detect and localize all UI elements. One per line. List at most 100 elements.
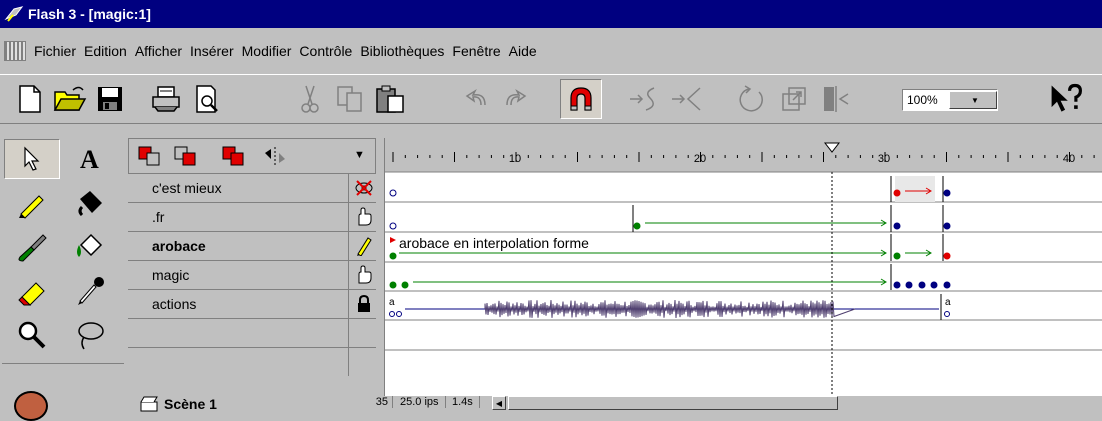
pencil-icon[interactable] [354, 236, 374, 257]
menu-bar: Fichier Edition Afficher Insérer Modifie… [0, 40, 1102, 62]
layer-divider [348, 261, 349, 289]
empty-layer-row [128, 319, 376, 348]
redo-button[interactable] [498, 81, 534, 117]
empty-keyframe [389, 189, 397, 197]
layer-row[interactable]: .fr [128, 203, 376, 232]
scale-button[interactable] [776, 81, 812, 117]
frame-ruler[interactable] [385, 138, 1102, 172]
lock-all-layers-icon[interactable] [173, 145, 197, 170]
flash-app-icon[interactable] [4, 5, 24, 23]
new-document-icon [19, 85, 41, 113]
keyframe [943, 222, 951, 230]
printer-icon [152, 86, 180, 112]
layer-row[interactable]: c'est mieux [128, 174, 376, 203]
timeline-scrollbar-thumb[interactable] [508, 396, 838, 410]
lasso-tool[interactable] [62, 315, 118, 355]
menu-edition[interactable]: Edition [80, 43, 131, 59]
dropper-icon [78, 277, 104, 305]
rotate-button[interactable] [734, 81, 770, 117]
keyframe [930, 281, 938, 289]
smooth-button[interactable] [626, 81, 662, 117]
open-button[interactable] [52, 81, 88, 117]
layer-options-chevron-icon[interactable]: ▼ [354, 149, 365, 161]
empty-keyframe [389, 222, 397, 230]
print-preview-icon [196, 85, 218, 113]
document-menu-icon[interactable] [4, 41, 26, 61]
straighten-icon [672, 87, 701, 111]
empty-layer-row [128, 348, 376, 377]
open-folder-icon [53, 86, 87, 111]
cut-button[interactable] [292, 81, 328, 117]
menu-afficher[interactable]: Afficher [131, 43, 186, 59]
align-button[interactable] [818, 81, 854, 117]
print-preview-button[interactable] [190, 81, 226, 117]
title-bar: Flash 3 - [magic:1] [0, 0, 1102, 28]
dropper-tool[interactable] [62, 271, 118, 311]
paste-button[interactable] [372, 81, 408, 117]
new-document-button[interactable] [12, 81, 48, 117]
eraser-tool[interactable] [4, 271, 60, 311]
menu-aide[interactable]: Aide [505, 43, 541, 59]
layer-divider [348, 232, 349, 260]
help-pointer-button[interactable] [1048, 81, 1084, 117]
tools-divider [2, 363, 124, 364]
scene-clapper-icon[interactable] [140, 396, 158, 415]
show-all-layers-icon[interactable] [137, 145, 161, 170]
menu-controle[interactable]: Contrôle [295, 43, 356, 59]
ruler-label: 20 [694, 153, 706, 165]
keyframe [893, 222, 901, 230]
save-button[interactable] [92, 81, 128, 117]
paint-bucket-tool[interactable] [62, 227, 118, 267]
keyframe [905, 281, 913, 289]
copy-icon [337, 86, 362, 112]
status-bar: Scène 1 35 25.0 ips 1.4s ◀ [0, 396, 1102, 412]
snap-magnet-button[interactable] [560, 79, 602, 119]
menu-modifier[interactable]: Modifier [238, 43, 296, 59]
hidden-eye-icon[interactable] [354, 178, 374, 198]
layer-row-active[interactable]: arobace [128, 232, 376, 261]
brush-tool-icon [18, 234, 47, 262]
copy-button[interactable] [332, 81, 368, 117]
chevron-down-icon[interactable]: ▼ [949, 91, 997, 109]
keyframe [943, 252, 951, 260]
svg-text:A: A [80, 146, 99, 172]
smooth-icon [630, 87, 655, 111]
menu-inserer[interactable]: Insérer [186, 43, 238, 59]
menu-fenetre[interactable]: Fenêtre [448, 43, 504, 59]
scroll-left-arrow-icon[interactable]: ◀ [492, 396, 506, 410]
keyframe [943, 189, 951, 197]
keyframe [918, 281, 926, 289]
help-pointer-icon [1051, 83, 1082, 112]
arrow-tool[interactable] [4, 139, 60, 179]
text-tool[interactable]: A [62, 139, 118, 179]
menu-fichier[interactable]: Fichier [30, 43, 80, 59]
pencil-tool[interactable] [4, 183, 60, 223]
standard-toolbar: 100% ▼ [0, 74, 1102, 124]
brush-tool[interactable] [4, 227, 60, 267]
outline-layers-icon[interactable] [221, 145, 245, 170]
menu-bibliotheques[interactable]: Bibliothèques [356, 43, 448, 59]
frame-counter: 35 [358, 396, 393, 408]
frame-label-flag [390, 237, 396, 243]
hand-icon[interactable] [354, 265, 374, 285]
ink-bottle-icon [78, 191, 102, 217]
print-button[interactable] [148, 81, 184, 117]
layer-row[interactable]: actions [128, 290, 376, 319]
layer-divider [348, 290, 349, 318]
undo-button[interactable] [458, 81, 494, 117]
frames-grid[interactable]: 10 20 30 40 arobace en interpolation for… [385, 138, 1102, 396]
keyframe [389, 281, 397, 289]
zoom-tool[interactable] [4, 315, 60, 355]
onion-skin-icon[interactable] [261, 145, 289, 170]
scale-icon [782, 87, 806, 111]
timeline-frames[interactable]: 10 20 30 40 arobace en interpolation for… [384, 138, 1102, 396]
straighten-button[interactable] [668, 81, 704, 117]
zoom-select[interactable]: 100% ▼ [902, 89, 998, 111]
ruler-label: 40 [1063, 153, 1075, 165]
layer-row[interactable]: magic [128, 261, 376, 290]
lasso-icon [78, 322, 104, 350]
scene-name[interactable]: Scène 1 [164, 396, 217, 412]
hand-icon[interactable] [354, 207, 374, 227]
ink-bottle-tool[interactable] [62, 183, 118, 223]
lock-icon[interactable] [354, 294, 374, 314]
